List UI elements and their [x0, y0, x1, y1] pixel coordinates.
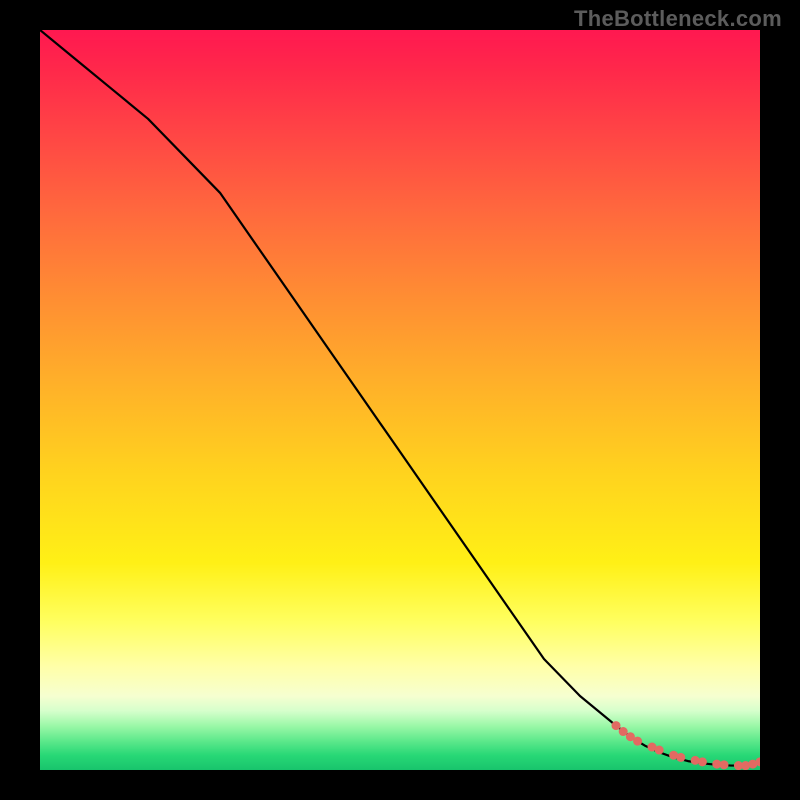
- marker-group: [612, 721, 761, 770]
- chart-overlay: [40, 30, 760, 770]
- watermark-text: TheBottleneck.com: [574, 6, 782, 32]
- bottleneck-curve: [40, 30, 760, 766]
- data-point: [698, 757, 707, 766]
- data-point: [720, 760, 729, 769]
- chart-frame: TheBottleneck.com: [0, 0, 800, 800]
- data-point: [633, 737, 642, 746]
- data-point: [655, 746, 664, 755]
- data-point: [676, 753, 685, 762]
- data-point: [619, 727, 628, 736]
- data-point: [612, 721, 621, 730]
